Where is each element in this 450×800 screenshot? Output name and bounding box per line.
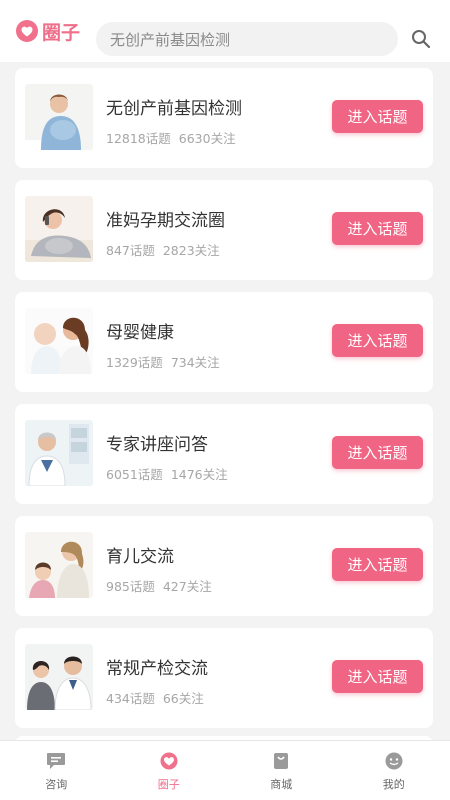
follower-count: 2823关注 bbox=[162, 243, 220, 258]
follower-count: 734关注 bbox=[170, 355, 220, 370]
follower-count: 66关注 bbox=[162, 691, 204, 706]
tab-consult[interactable]: 咨询 bbox=[0, 741, 113, 800]
topic-stats: 6051话题 1476关注 bbox=[106, 464, 228, 483]
topic-card[interactable]: 育儿交流 985话题 427关注 进入话题 bbox=[15, 516, 433, 616]
topic-title: 准妈孕期交流圈 bbox=[106, 211, 225, 231]
enter-topic-button[interactable]: 进入话题 bbox=[332, 100, 423, 133]
topic-count: 1329话题 bbox=[106, 355, 163, 370]
enter-topic-button[interactable]: 进入话题 bbox=[332, 548, 423, 581]
topic-image bbox=[25, 644, 93, 710]
enter-topic-button[interactable]: 进入话题 bbox=[332, 212, 423, 245]
tab-label: 我的 bbox=[382, 778, 405, 791]
follower-count: 1476关注 bbox=[170, 467, 228, 482]
chat-icon bbox=[47, 753, 66, 769]
topic-title: 无创产前基因检测 bbox=[106, 99, 242, 119]
topic-count: 12818话题 bbox=[106, 131, 171, 146]
enter-topic-button[interactable]: 进入话题 bbox=[332, 660, 423, 693]
topic-stats: 1329话题 734关注 bbox=[106, 352, 220, 371]
topic-list[interactable]: 无创产前基因检测 12818话题 6630关注 进入话题 准妈孕期交流圈 847话… bbox=[0, 62, 450, 740]
tab-circle[interactable]: 圈子 bbox=[113, 741, 226, 800]
enter-topic-button[interactable]: 进入话题 bbox=[332, 324, 423, 357]
topic-stats: 434话题 66关注 bbox=[106, 688, 204, 707]
topic-image bbox=[25, 84, 93, 150]
topic-count: 6051话题 bbox=[106, 467, 163, 482]
tab-label: 咨询 bbox=[45, 778, 68, 791]
topic-image bbox=[25, 308, 93, 374]
search-button[interactable] bbox=[408, 26, 434, 52]
profile-face-icon bbox=[385, 752, 403, 770]
topic-stats: 985话题 427关注 bbox=[106, 576, 212, 595]
bottom-tab-bar: 咨询 圈子 商城 我的 bbox=[0, 740, 450, 800]
top-header: 圈子 无创产前基因检测 bbox=[0, 0, 450, 62]
tab-mine[interactable]: 我的 bbox=[338, 741, 450, 800]
tab-shop[interactable]: 商城 bbox=[225, 741, 338, 800]
topic-card[interactable]: 常规产检交流 434话题 66关注 进入话题 bbox=[15, 628, 433, 728]
shop-bag-icon bbox=[274, 753, 289, 769]
tab-label: 商城 bbox=[270, 778, 293, 791]
topic-count: 985话题 bbox=[106, 579, 155, 594]
topic-image bbox=[25, 196, 93, 262]
follower-count: 6630关注 bbox=[178, 131, 236, 146]
search-input[interactable]: 无创产前基因检测 bbox=[96, 22, 398, 56]
topic-title: 专家讲座问答 bbox=[106, 435, 208, 455]
topic-title: 母婴健康 bbox=[106, 323, 174, 343]
topic-count: 847话题 bbox=[106, 243, 155, 258]
topic-title: 育儿交流 bbox=[106, 547, 174, 567]
topic-image bbox=[25, 532, 93, 598]
app-brand: 圈子 bbox=[16, 18, 80, 45]
topic-card[interactable]: 母婴健康 1329话题 734关注 进入话题 bbox=[15, 292, 433, 392]
app-title: 圈子 bbox=[42, 21, 81, 44]
heart-logo-icon bbox=[16, 20, 38, 42]
topic-card[interactable]: 准妈孕期交流圈 847话题 2823关注 进入话题 bbox=[15, 180, 433, 280]
topic-title: 常规产检交流 bbox=[106, 659, 208, 679]
topic-count: 434话题 bbox=[106, 691, 155, 706]
search-placeholder: 无创产前基因检测 bbox=[110, 30, 231, 49]
enter-topic-button[interactable]: 进入话题 bbox=[332, 436, 423, 469]
topic-image bbox=[25, 420, 93, 486]
follower-count: 427关注 bbox=[162, 579, 212, 594]
search-icon bbox=[412, 30, 431, 49]
topic-stats: 847话题 2823关注 bbox=[106, 240, 220, 259]
topic-card[interactable]: 无创产前基因检测 12818话题 6630关注 进入话题 bbox=[15, 68, 433, 168]
tab-label: 圈子 bbox=[157, 778, 180, 791]
heart-icon bbox=[160, 752, 178, 770]
topic-stats: 12818话题 6630关注 bbox=[106, 128, 236, 147]
topic-card[interactable]: 专家讲座问答 6051话题 1476关注 进入话题 bbox=[15, 404, 433, 504]
